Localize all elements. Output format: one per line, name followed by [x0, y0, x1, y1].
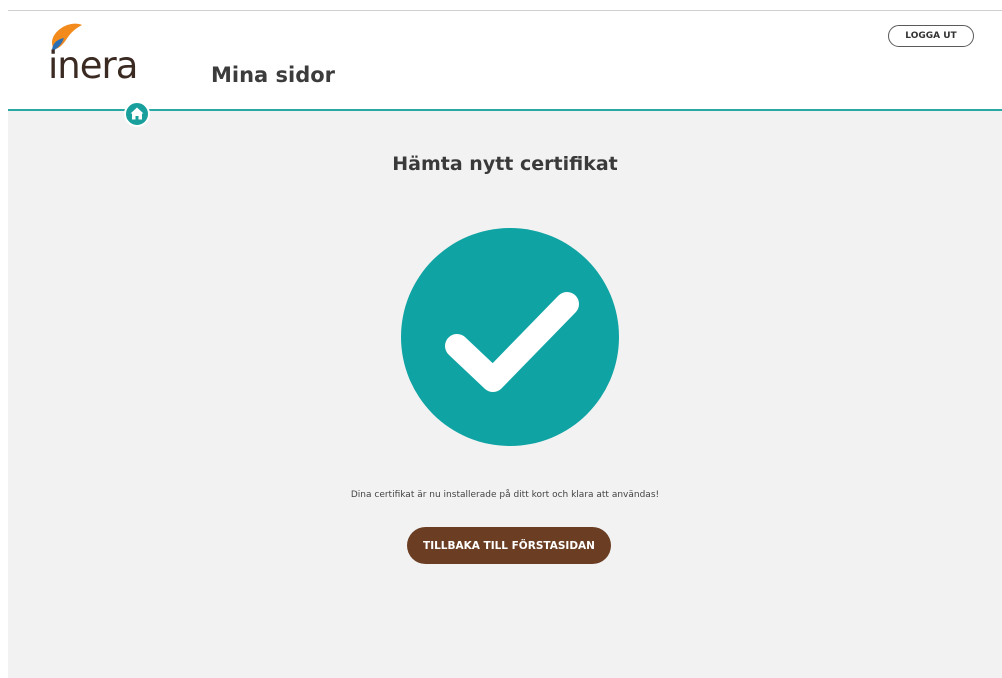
page-heading: Hämta nytt certifikat — [392, 153, 618, 175]
inera-logo[interactable]: inera — [48, 21, 148, 91]
logo-text: inera — [48, 44, 138, 87]
back-to-start-button[interactable]: TILLBAKA TILL FÖRSTASIDAN — [407, 527, 611, 564]
checkmark-icon — [401, 228, 619, 446]
success-message: Dina certifikat är nu installerade på di… — [350, 490, 660, 500]
app-title: Mina sidor — [211, 63, 336, 87]
home-icon — [130, 107, 144, 120]
logout-button[interactable]: LOGGA UT — [888, 25, 974, 47]
header: inera Mina sidor LOGGA UT — [8, 11, 1002, 111]
home-button[interactable] — [124, 101, 150, 127]
app-window: inera Mina sidor LOGGA UT Hämta nytt cer… — [8, 10, 1002, 678]
